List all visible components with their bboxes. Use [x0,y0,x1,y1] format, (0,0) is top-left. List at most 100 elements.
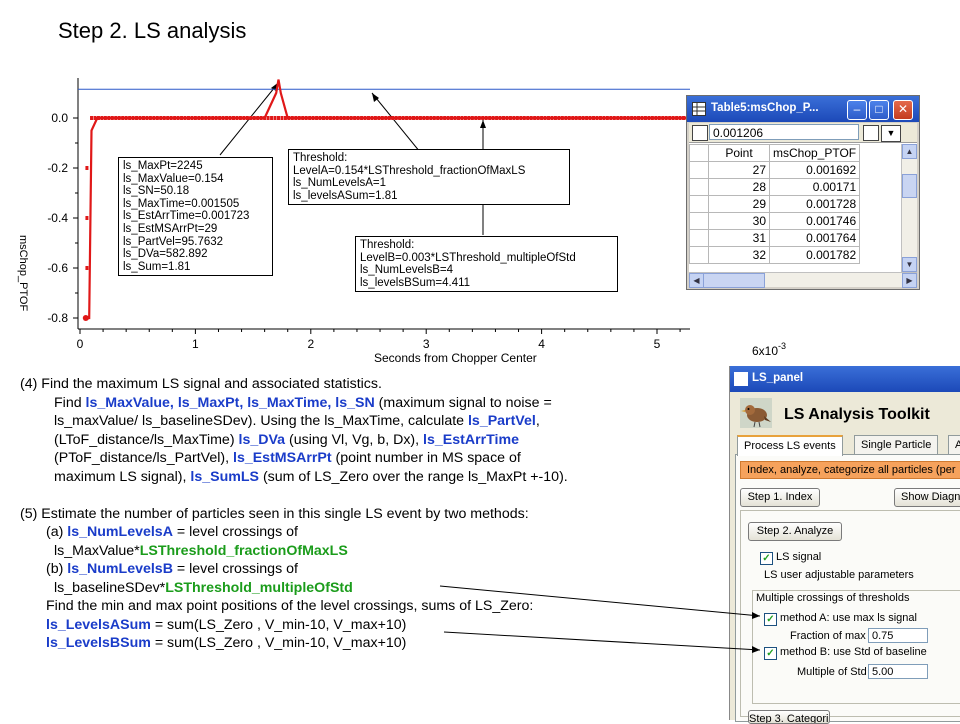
ls-panel-titlebar[interactable]: LS_panel [730,366,960,392]
ls-signal-label: LS signal [776,551,822,563]
x-axis-label: Seconds from Chopper Center [374,351,537,365]
minimize-icon[interactable]: – [847,100,867,120]
method-b-checkbox[interactable]: ✓ [764,647,777,660]
value-cell[interactable]: 0.001692 [768,161,861,179]
trace-marker [325,116,329,120]
trace-marker [311,116,315,120]
tab-process-ls-events[interactable]: Process LS events [737,435,843,456]
trace-marker [526,116,530,120]
trace-marker [425,116,429,120]
ls-panel-window[interactable]: LS_panel LS Analysis Toolkit Process LS … [729,366,960,724]
p5-line3: ls_MaxValue*LSThreshold_fractionOfMaxLS [54,542,348,559]
trace-marker [401,116,405,120]
trace-marker [394,116,398,120]
scroll-thumb-h[interactable] [703,273,765,288]
trace-marker [242,116,246,120]
scroll-left-icon[interactable]: ◀ [689,273,704,288]
trace-marker [270,116,274,120]
table-window-title: Table5:msChop_P... [711,102,819,114]
trace-marker [114,116,118,120]
trace-marker [484,116,488,120]
trace-marker [301,116,305,120]
ls-signal-checkbox[interactable]: ✓ [760,552,773,565]
p4-line6: maximum LS signal), ls_SumLS (sum of LS_… [54,468,568,485]
p5-line5: ls_baselineSDev*LSThreshold_multipleOfSt… [54,579,353,596]
step2-analyze-button[interactable]: Step 2. Analyze [748,522,842,541]
cell-cancel-icon[interactable] [863,125,879,141]
trace-marker [405,116,409,120]
table-row[interactable]: 32 0.001782 [689,246,861,264]
stats-line: ls_EstMSArrPt=29 [123,222,218,235]
trace-marker [519,116,523,120]
table-row[interactable]: 28 0.00171 [689,178,861,196]
trace-marker [533,116,537,120]
chevron-down-icon[interactable]: ▼ [881,125,901,142]
scroll-up-icon[interactable]: ▲ [902,144,917,159]
point-cell[interactable]: 27 [708,161,770,179]
scroll-down-icon[interactable]: ▼ [902,257,917,272]
trace-marker [602,116,606,120]
trace-marker [294,116,298,120]
step3-categorize-button[interactable]: Step 3. Categorize [748,710,830,724]
scroll-right-icon[interactable]: ▶ [902,273,917,288]
point-cell[interactable]: 29 [708,195,770,213]
column-header-point[interactable]: Point [708,144,770,162]
point-cell[interactable]: 32 [708,246,770,264]
trace-marker [121,116,125,120]
trace-marker [463,116,467,120]
trace-marker [384,116,388,120]
tab-single-particle[interactable]: Single Particle [854,435,939,454]
value-cell[interactable]: 0.001728 [768,195,861,213]
table-row[interactable]: 27 0.001692 [689,161,861,179]
trace-marker [190,116,194,120]
value-cell[interactable]: 0.001782 [768,246,861,264]
trace-marker [654,116,658,120]
point-cell[interactable]: 31 [708,229,770,247]
trace-marker [429,116,433,120]
table-window[interactable]: Table5:msChop_P... – □ ✕ 0.001206 ▼ Poin… [686,95,920,290]
table-window-titlebar[interactable]: Table5:msChop_P... – □ ✕ [687,96,919,122]
y-tick-label: -0.4 [47,211,68,225]
trace-marker [630,116,634,120]
tab-more[interactable]: A [948,435,960,454]
table-row[interactable]: 31 0.001764 [689,229,861,247]
horizontal-scrollbar[interactable]: ◀ ▶ [689,272,917,288]
trace-marker [380,116,384,120]
trace-marker [522,116,526,120]
step1-index-button[interactable]: Step 1. Index [740,488,820,507]
fraction-of-max-input[interactable]: 0.75 [868,628,928,643]
vertical-scrollbar[interactable]: ▲ ▼ [901,144,917,272]
trace-marker [318,116,322,120]
maximize-icon[interactable]: □ [869,100,889,120]
p4-line2: Find ls_MaxValue, ls_MaxPt, ls_MaxTime, … [54,394,552,411]
point-cell[interactable]: 28 [708,178,770,196]
show-diagnostics-button[interactable]: Show Diagno [894,488,960,507]
table-row[interactable]: 30 0.001746 [689,212,861,230]
p5-line8: ls_LevelsBSum = sum(LS_Zero , V_min-10, … [46,635,407,651]
trace-marker [592,116,596,120]
close-icon[interactable]: ✕ [893,100,913,120]
trace-marker [176,116,180,120]
table-row[interactable]: 29 0.001728 [689,195,861,213]
trace-marker [682,116,686,120]
trace-marker [678,116,682,120]
trace-marker [249,116,253,120]
method-a-checkbox[interactable]: ✓ [764,613,777,626]
multiple-of-std-input[interactable]: 5.00 [868,664,928,679]
trace-marker [460,116,464,120]
p4-line1: (4) Find the maximum LS signal and assoc… [20,376,382,392]
cell-entry-field[interactable]: 0.001206 [709,124,859,140]
trace-marker [505,116,509,120]
trace-marker [643,116,647,120]
column-header-value[interactable]: msChop_PTOF [768,144,861,162]
trace-marker [650,116,654,120]
trace-marker [290,116,294,120]
trace-marker [595,116,599,120]
row-header-column [689,144,709,162]
value-cell[interactable]: 0.00171 [768,178,861,196]
scroll-thumb[interactable] [902,174,917,198]
value-cell[interactable]: 0.001764 [768,229,861,247]
value-cell[interactable]: 0.001746 [768,212,861,230]
point-cell[interactable]: 30 [708,212,770,230]
cell-checkbox-icon[interactable] [692,125,708,141]
